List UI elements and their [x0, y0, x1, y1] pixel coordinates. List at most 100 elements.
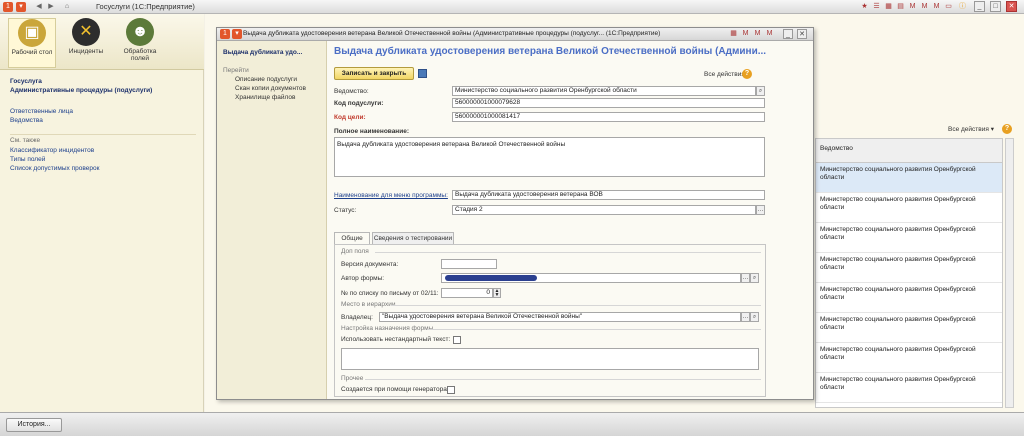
- form-calc-icon[interactable]: ▦: [729, 30, 738, 38]
- author-select-icon[interactable]: …: [741, 273, 750, 283]
- form-app-icon[interactable]: 1: [220, 29, 230, 39]
- main-titlebar: 1 ▾ ◀ ▶ ⌂ Госуслуги (1С:Предприятие) ★ ☰…: [0, 0, 1024, 14]
- menu-icon[interactable]: ▾: [16, 2, 26, 12]
- tab-testing[interactable]: Сведения о тестировании: [372, 232, 454, 244]
- letter-number-field[interactable]: 0: [441, 288, 493, 298]
- nav-responsible[interactable]: Ответственные лица: [10, 108, 73, 115]
- author-search-icon[interactable]: ⌕: [750, 273, 759, 283]
- history-icon[interactable]: ☰: [872, 3, 881, 11]
- kod-podusl-field[interactable]: 560000001000079628: [452, 98, 765, 108]
- section-incidents[interactable]: ✕ Инциденты: [62, 18, 110, 68]
- menu-name-field[interactable]: Выдача дубликата удостоверения ветерана …: [452, 190, 765, 200]
- owner-search-icon[interactable]: ⌕: [750, 312, 759, 322]
- close-button[interactable]: ✕: [1006, 1, 1017, 12]
- status-label: Статус:: [334, 207, 357, 214]
- table-row[interactable]: Министерство социального развития Оренбу…: [816, 223, 1002, 253]
- maximize-button[interactable]: □: [990, 1, 1001, 12]
- nav-departments[interactable]: Ведомства: [10, 117, 43, 124]
- section-label: Рабочий стол: [11, 49, 53, 56]
- nav-incident-classifier[interactable]: Классификатор инцидентов: [10, 147, 94, 154]
- column-header[interactable]: Ведомство: [816, 139, 1002, 163]
- table-row[interactable]: Министерство социального развития Оренбу…: [816, 313, 1002, 343]
- memory-minus-icon[interactable]: M: [932, 3, 941, 11]
- app-logo-icon[interactable]: 1: [3, 2, 13, 12]
- owner-field[interactable]: "Выдача удостоверения ветерана Великой О…: [379, 312, 741, 322]
- nonstd-text-area[interactable]: [341, 348, 759, 370]
- form-mem-minus-icon[interactable]: M: [765, 30, 774, 38]
- vedomstvo-field[interactable]: Министерство социального развития Оренбу…: [452, 86, 756, 96]
- section-fields[interactable]: ☻ Обработка полей: [116, 18, 164, 68]
- section-desktop[interactable]: ▣ Рабочий стол: [8, 18, 56, 68]
- back-icon[interactable]: ◀: [34, 2, 44, 12]
- owner-label: Владелец:: [341, 314, 373, 321]
- generator-checkbox[interactable]: [447, 386, 455, 394]
- form-nav-panel: Выдача дубликата удо... Перейти Описание…: [217, 41, 327, 399]
- vedomstvo-search-icon[interactable]: ⌕: [756, 86, 765, 96]
- status-select-icon[interactable]: …: [756, 205, 765, 215]
- history-button[interactable]: История...: [6, 418, 62, 432]
- group-line: [365, 379, 761, 380]
- form-nav-description[interactable]: Описание подуслуги: [235, 76, 297, 83]
- calendar-icon[interactable]: ▤: [896, 3, 905, 11]
- tab-panel-general: Доп поля Версия документа: Автор формы: …: [334, 244, 766, 397]
- form-help-icon[interactable]: ?: [742, 69, 752, 79]
- table-row[interactable]: Министерство социального развития Оренбу…: [816, 163, 1002, 193]
- home-icon[interactable]: ⌂: [62, 2, 72, 12]
- see-also-heading: См. также: [10, 137, 41, 144]
- bg-all-actions[interactable]: Все действия ▾: [948, 125, 994, 133]
- letter-number-spinner[interactable]: ▲ ▼: [493, 288, 501, 298]
- bg-scrollbar[interactable]: [1005, 138, 1014, 408]
- owner-select-icon[interactable]: …: [741, 312, 750, 322]
- section-label: Инциденты: [68, 48, 104, 55]
- favorites-icon[interactable]: ★: [860, 3, 869, 11]
- form-nav-scans[interactable]: Скан копии документов: [235, 85, 306, 92]
- nonstd-text-label: Использовать нестандартный текст:: [341, 336, 451, 343]
- nav-check-list[interactable]: Список допустимых проверок: [10, 165, 99, 172]
- info-icon[interactable]: ⓘ: [958, 3, 967, 11]
- group-extra-fields: Доп поля: [341, 248, 369, 255]
- form-mem-plus-icon[interactable]: M: [753, 30, 762, 38]
- table-row[interactable]: Министерство социального развития Оренбу…: [816, 343, 1002, 373]
- table-row[interactable]: Министерство социального развития Оренбу…: [816, 373, 1002, 403]
- table-row[interactable]: Министерство социального развития Оренбу…: [816, 253, 1002, 283]
- kod-podusl-label: Код подуслуги:: [334, 100, 384, 107]
- form-menu-icon[interactable]: ▾: [232, 29, 242, 39]
- window-mode-icon[interactable]: ▭: [944, 3, 953, 11]
- generator-label: Создается при помощи генератора:: [341, 386, 449, 393]
- form-nav-title[interactable]: Выдача дубликата удо...: [223, 49, 302, 56]
- save-and-close-button[interactable]: Записать и закрыть: [334, 67, 414, 80]
- form-nav-go-heading: Перейти: [223, 67, 249, 74]
- form-window: 1 ▾ Выдача дубликата удостоверения ветер…: [216, 27, 814, 400]
- form-nav-files[interactable]: Хранилище файлов: [235, 94, 295, 101]
- kod-celi-field[interactable]: 560000001000081417: [452, 112, 765, 122]
- menu-name-label[interactable]: Наименование для меню программы:: [334, 192, 448, 199]
- form-header: Выдача дубликата удостоверения ветерана …: [334, 46, 767, 57]
- kod-celi-label: Код цели:: [334, 114, 366, 121]
- doc-version-label: Версия документа:: [341, 261, 399, 268]
- table-row[interactable]: Министерство социального развития Оренбу…: [816, 193, 1002, 223]
- form-mem-icon[interactable]: M: [741, 30, 750, 38]
- tools-icon: ✕: [72, 18, 100, 46]
- calc-icon[interactable]: ▦: [884, 3, 893, 11]
- bg-help-icon[interactable]: ?: [1002, 124, 1012, 134]
- forward-icon[interactable]: ▶: [46, 2, 56, 12]
- nav-field-types[interactable]: Типы полей: [10, 156, 45, 163]
- full-name-textarea[interactable]: Выдача дубликата удостоверения ветерана …: [334, 137, 765, 177]
- nav-gosusluga[interactable]: Госуслуга: [10, 78, 42, 85]
- save-icon[interactable]: [418, 69, 427, 78]
- nonstd-text-checkbox[interactable]: [453, 336, 461, 344]
- memory-m-icon[interactable]: M: [908, 3, 917, 11]
- form-titlebar: 1 ▾ Выдача дубликата удостоверения ветер…: [217, 28, 813, 41]
- minimize-button[interactable]: _: [974, 1, 985, 12]
- form-close-button[interactable]: ✕: [797, 29, 807, 39]
- background-table: Ведомство Министерство социального разви…: [815, 138, 1003, 408]
- nav-admin-procedures[interactable]: Административные процедуры (подуслуги): [10, 87, 152, 94]
- memory-plus-icon[interactable]: M: [920, 3, 929, 11]
- doc-version-field[interactable]: [441, 259, 497, 269]
- form-minimize-button[interactable]: _: [783, 29, 793, 39]
- form-all-actions-label: Все действия: [704, 71, 745, 78]
- group-line: [427, 329, 761, 330]
- form-body: Выдача дубликата удостоверения ветерана …: [328, 41, 813, 399]
- status-field[interactable]: Стадия 2: [452, 205, 756, 215]
- table-row[interactable]: Министерство социального развития Оренбу…: [816, 283, 1002, 313]
